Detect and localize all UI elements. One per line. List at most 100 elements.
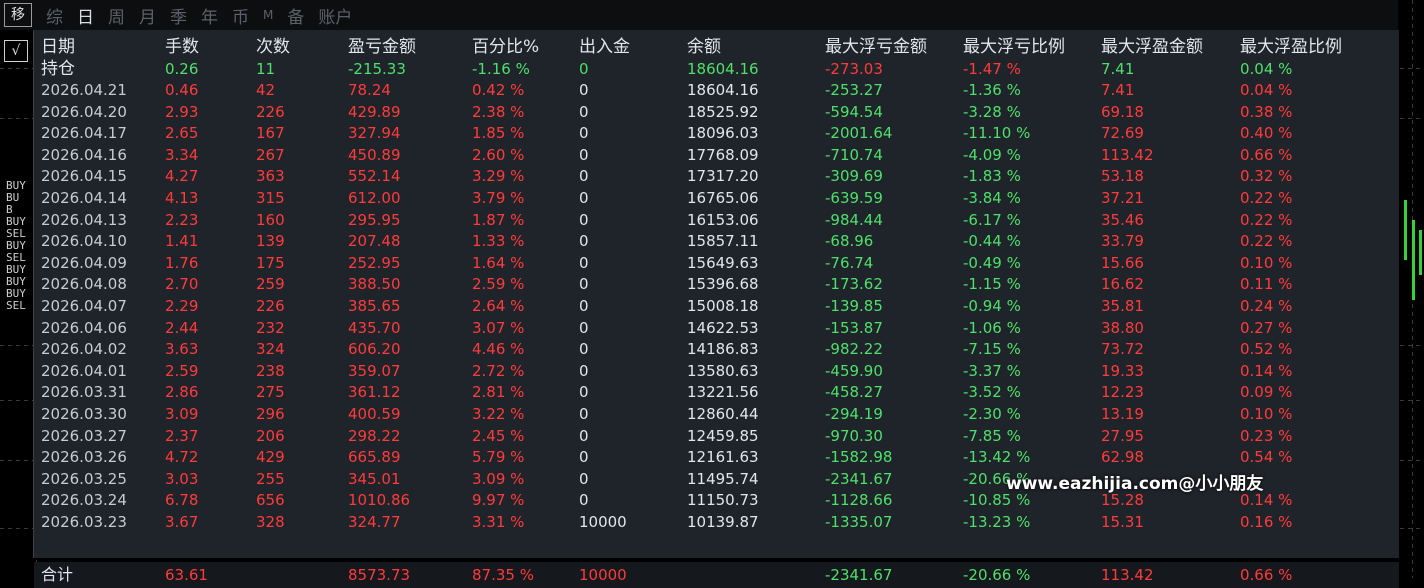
row-cell: 2026.03.30 [41, 405, 127, 423]
row-cell: 0 [579, 448, 589, 467]
row-cell: 3.29 % [472, 167, 525, 186]
table-row[interactable]: 2026.04.06 2.44 232 435.70 3.07 % 0 14622.53 -1… [34, 318, 1399, 339]
table-row[interactable]: 2026.03.27 2.37 206 298.22 2.45 % 0 12459.85 -9… [34, 426, 1399, 447]
table-row[interactable]: 2026.03.23 3.67 328 324.77 3.31 % 10000 10139.… [34, 512, 1399, 533]
row-cell: 0 [579, 361, 589, 380]
row-cell: 656 [256, 491, 285, 510]
table-row[interactable]: 2026.04.10 1.41 139 207.48 1.33 % 0 15857.11 -6… [34, 231, 1399, 252]
tab-month[interactable]: 月 [139, 3, 156, 28]
row-cell: 15.66 [1101, 253, 1144, 272]
table-row[interactable]: 2026.04.16 3.34 267 450.89 2.60 % 0 17768.09 -7… [34, 145, 1399, 166]
total-cell: 8573.73 [348, 566, 411, 584]
tab-account[interactable]: 账户 [318, 3, 352, 28]
table-row[interactable]: 2026.04.01 2.59 238 359.07 2.72 % 0 13580.63 -4… [34, 361, 1399, 382]
table-row[interactable]: 2026.04.08 2.70 259 388.50 2.59 % 0 15396.68 -1… [34, 274, 1399, 295]
row-cell: 255 [256, 469, 285, 488]
row-cell: -982.22 [825, 340, 883, 359]
table-row[interactable]: 2026.04.13 2.23 160 295.95 1.87 % 0 16153.06 -9… [34, 210, 1399, 231]
table-row[interactable]: 2026.03.26 4.72 429 665.89 5.79 % 0 12161.63 -1… [34, 447, 1399, 468]
row-cell: 324.77 [348, 513, 401, 531]
candle-bars [1400, 190, 1424, 320]
position-cell: -1.47 % [963, 60, 1021, 78]
row-cell: 2.29 [165, 297, 199, 315]
table-row[interactable]: 2026.03.31 2.86 275 361.12 2.81 % 0 13221.56 -4… [34, 382, 1399, 403]
table-row[interactable]: 2026.04.02 3.63 324 606.20 4.46 % 0 14186.83 -9… [34, 339, 1399, 360]
row-cell: 232 [256, 318, 285, 337]
row-cell: -139.85 [825, 297, 883, 315]
tab-summary[interactable]: 综 [46, 3, 63, 28]
tab-quarter[interactable]: 季 [170, 3, 187, 28]
table-row[interactable]: 2026.03.30 3.09 296 400.59 3.22 % 0 12860.44 -2… [34, 404, 1399, 425]
row-cell: 2.60 % [472, 145, 525, 164]
check-icon[interactable]: √ [4, 40, 28, 62]
tab-notes[interactable]: 备 [287, 3, 304, 28]
row-cell: 0 [579, 469, 589, 488]
position-cell: 7.41 [1101, 60, 1135, 78]
row-cell: 0.22 % [1240, 210, 1293, 229]
tab-day[interactable]: 日 [77, 3, 94, 28]
row-cell: 3.31 % [472, 513, 525, 531]
row-cell: 2.93 [165, 102, 199, 121]
tab-week[interactable]: 周 [108, 3, 125, 28]
row-cell: 0 [579, 232, 589, 251]
row-cell: -1335.07 [825, 513, 893, 531]
row-cell: 0 [579, 405, 589, 423]
row-cell: 18096.03 [687, 124, 759, 143]
total-row: 合计 63.61 8573.73 87.35 % 10000 -2341.67 -20.66… [34, 562, 1399, 588]
total-cell: -2341.67 [825, 566, 893, 584]
row-cell: -0.44 % [963, 232, 1021, 251]
row-cell: 315 [256, 189, 285, 207]
row-cell: 13.19 [1101, 405, 1144, 423]
total-cell: 10000 [579, 566, 627, 584]
row-cell: 429 [256, 448, 285, 467]
table-row[interactable]: 2026.04.14 4.13 315 612.00 3.79 % 0 16765.06 -6… [34, 188, 1399, 209]
row-cell: 0.22 % [1240, 232, 1293, 251]
row-cell: 0 [579, 318, 589, 337]
position-cell: 18604.16 [687, 60, 759, 78]
row-cell: 0.40 % [1240, 124, 1293, 143]
table-row[interactable]: 2026.04.09 1.76 175 252.95 1.64 % 0 15649.63 -7… [34, 253, 1399, 274]
table-row[interactable]: 2026.04.20 2.93 226 429.89 2.38 % 0 18525.92 -5… [34, 102, 1399, 123]
row-cell: 2026.03.25 [41, 469, 127, 488]
row-cell: 78.24 [348, 81, 391, 99]
row-cell: 400.59 [348, 405, 401, 423]
candle-bar [1419, 230, 1422, 275]
row-cell: 0.23 % [1240, 426, 1293, 445]
row-cell: 10139.87 [687, 513, 759, 531]
row-cell: 2026.03.24 [41, 491, 127, 510]
row-cell: 3.09 % [472, 469, 525, 488]
table-row[interactable]: 2026.04.21 0.46 42 78.24 0.42 % 0 18604.16 -253… [34, 80, 1399, 101]
move-icon[interactable]: 移 [4, 3, 32, 27]
table-row[interactable]: 2026.04.07 2.29 226 385.65 2.64 % 0 15008.18 -1… [34, 296, 1399, 317]
tab-year[interactable]: 年 [201, 3, 218, 28]
row-cell: 0 [579, 383, 589, 402]
row-cell: 2026.04.17 [41, 124, 127, 143]
row-cell: 9.97 % [472, 491, 525, 510]
row-cell: 38.80 [1101, 318, 1144, 337]
row-cell: -3.28 % [963, 102, 1021, 121]
total-cell: 0.66 % [1240, 566, 1293, 584]
row-cell: 1.41 [165, 232, 199, 251]
row-cell: 2.86 [165, 383, 199, 402]
row-cell: 2026.03.27 [41, 426, 127, 445]
table-header: 日期 手数 次数 盈亏金额 百分比% 出入金 余额 最大浮亏金额 最大浮亏比例 最大浮盈金额 最大浮… [34, 37, 1399, 58]
row-cell: 4.46 % [472, 340, 525, 359]
row-cell: 2026.04.13 [41, 210, 127, 229]
row-cell: 1.87 % [472, 210, 525, 229]
position-row: 持仓 0.26 11 -215.33 -1.16 % 0 18604.16 -273.03 -1… [34, 59, 1399, 80]
row-cell: 2026.03.31 [41, 383, 127, 402]
row-cell: 12161.63 [687, 448, 759, 467]
row-cell: 0 [579, 491, 589, 510]
table-row[interactable]: 2026.04.15 4.27 363 552.14 3.29 % 0 17317.20 -3… [34, 166, 1399, 187]
row-cell: 2.38 % [472, 102, 525, 121]
row-cell: 11495.74 [687, 469, 759, 488]
row-cell: 0.16 % [1240, 513, 1293, 531]
tab-m[interactable]: M [263, 8, 273, 22]
row-cell: 2026.03.23 [41, 513, 127, 531]
row-cell: 3.63 [165, 340, 199, 359]
row-cell: 2026.04.14 [41, 189, 127, 207]
table-row[interactable]: 2026.04.17 2.65 167 327.94 1.85 % 0 18096.03 -2… [34, 123, 1399, 144]
tab-currency[interactable]: 币 [232, 3, 249, 28]
row-cell: 5.79 % [472, 448, 525, 467]
row-cell: 435.70 [348, 318, 401, 337]
